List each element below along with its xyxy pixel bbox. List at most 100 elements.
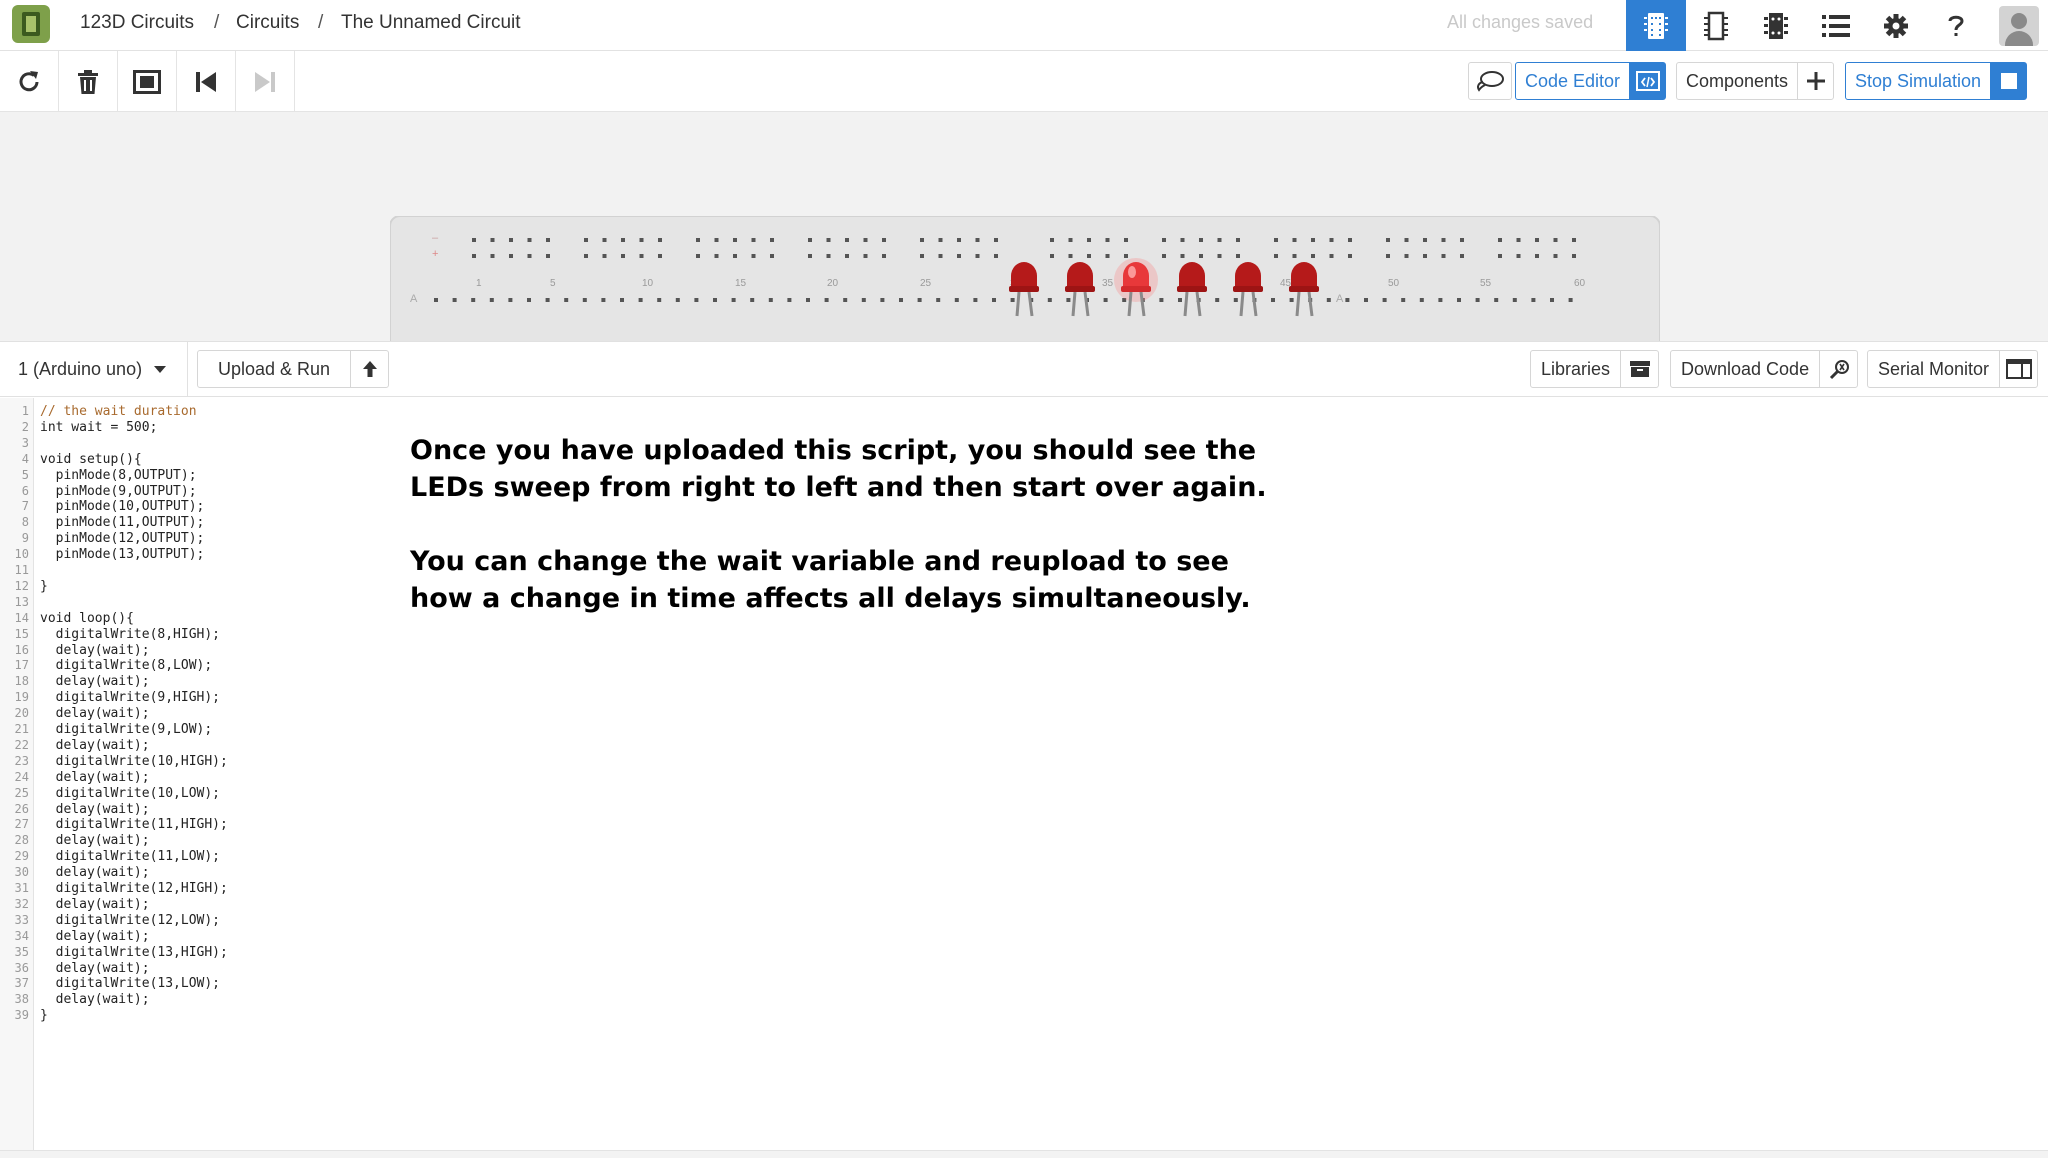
- code-line[interactable]: pinMode(12,OUTPUT);: [40, 531, 205, 547]
- code-line[interactable]: delay(wait);: [40, 802, 150, 818]
- code-line[interactable]: delay(wait);: [40, 738, 150, 754]
- breadcrumb-separator: /: [318, 12, 324, 33]
- code-line[interactable]: pinMode(13,OUTPUT);: [40, 547, 205, 563]
- breadcrumb-circuits[interactable]: Circuits: [236, 12, 299, 34]
- code-line[interactable]: pinMode(11,OUTPUT);: [40, 515, 205, 531]
- power-rail-hole: [621, 254, 625, 258]
- code-line[interactable]: }: [40, 1008, 48, 1024]
- power-rail-hole: [882, 238, 886, 242]
- power-rail-hole: [1199, 254, 1203, 258]
- code-line[interactable]: digitalWrite(9,LOW);: [40, 722, 213, 738]
- code-line[interactable]: digitalWrite(13,LOW);: [40, 976, 220, 992]
- code-line[interactable]: delay(wait);: [40, 706, 150, 722]
- help-icon[interactable]: [1926, 0, 1986, 51]
- code-line[interactable]: delay(wait);: [40, 833, 150, 849]
- power-rail-hole: [863, 238, 868, 242]
- power-rail-hole: [975, 254, 980, 258]
- circuit-canvas[interactable]: 151015202530354045505560 – + A A: [0, 112, 2048, 341]
- code-line[interactable]: digitalWrite(10,LOW);: [40, 786, 220, 802]
- code-line[interactable]: void setup(){: [40, 452, 142, 468]
- libraries-button[interactable]: Libraries: [1530, 350, 1660, 388]
- rotate-icon[interactable]: [0, 51, 59, 112]
- code-line[interactable]: pinMode(9,OUTPUT);: [40, 484, 197, 500]
- library-box-icon: [1620, 351, 1658, 387]
- terminal-hole: [1382, 298, 1387, 302]
- led-leg: [1239, 291, 1245, 317]
- code-line[interactable]: delay(wait);: [40, 929, 150, 945]
- line-number: 13: [14, 594, 29, 609]
- power-rail-hole: [1498, 254, 1502, 258]
- code-line[interactable]: digitalWrite(9,HIGH);: [40, 690, 220, 706]
- upload-run-button[interactable]: Upload & Run: [197, 350, 390, 388]
- power-rail-hole: [733, 238, 737, 242]
- code-line[interactable]: delay(wait);: [40, 897, 150, 913]
- power-rail-hole: [714, 238, 719, 242]
- code-line[interactable]: digitalWrite(13,HIGH);: [40, 945, 228, 961]
- breadcrumb-current-circuit[interactable]: The Unnamed Circuit: [341, 12, 521, 34]
- line-number: 17: [14, 658, 29, 673]
- terminal-hole: [1178, 298, 1182, 302]
- breadboard-view-icon[interactable]: [1626, 0, 1686, 51]
- code-line[interactable]: digitalWrite(10,HIGH);: [40, 754, 228, 770]
- code-line[interactable]: delay(wait);: [40, 770, 150, 786]
- power-rail-hole: [845, 254, 849, 258]
- terminal-hole: [1438, 298, 1443, 302]
- line-number: 9: [21, 531, 29, 546]
- user-avatar[interactable]: [1999, 6, 2039, 46]
- breadboard[interactable]: 151015202530354045505560 – + A A: [390, 216, 1660, 341]
- trash-icon[interactable]: [59, 51, 118, 112]
- app-logo-icon[interactable]: [12, 5, 50, 43]
- schematic-view-icon[interactable]: [1686, 0, 1746, 51]
- code-line[interactable]: delay(wait);: [40, 674, 150, 690]
- code-line[interactable]: }: [40, 579, 48, 595]
- terminal-hole: [880, 298, 885, 302]
- components-button[interactable]: Components: [1676, 62, 1835, 100]
- code-line[interactable]: delay(wait);: [40, 865, 150, 881]
- code-line[interactable]: pinMode(8,OUTPUT);: [40, 468, 197, 484]
- power-rail-hole: [975, 238, 980, 242]
- stop-square-icon: [1990, 63, 2027, 99]
- editor-footer-bar: [0, 1150, 2048, 1158]
- code-line[interactable]: int wait = 500;: [40, 420, 157, 436]
- code-line[interactable]: digitalWrite(11,LOW);: [40, 849, 220, 865]
- breadcrumb-home[interactable]: 123D Circuits: [80, 12, 194, 34]
- power-rail-hole: [1329, 254, 1334, 258]
- serial-monitor-button[interactable]: Serial Monitor: [1867, 350, 2039, 388]
- code-line[interactable]: delay(wait);: [40, 961, 150, 977]
- line-number: 37: [14, 976, 29, 991]
- code-line[interactable]: digitalWrite(12,HIGH);: [40, 881, 228, 897]
- power-rail-hole: [957, 254, 961, 258]
- pcb-view-icon[interactable]: [1746, 0, 1806, 51]
- line-number: 12: [14, 578, 29, 593]
- led-leg: [1183, 291, 1189, 317]
- code-line[interactable]: digitalWrite(8,LOW);: [40, 658, 213, 674]
- board-select-value: 1 (Arduino uno): [18, 358, 143, 379]
- code-line[interactable]: delay(wait);: [40, 643, 150, 659]
- comment-bubble-icon[interactable]: [1468, 62, 1512, 100]
- column-number-label: 5: [550, 278, 556, 289]
- code-line[interactable]: digitalWrite(8,HIGH);: [40, 627, 220, 643]
- board-select-dropdown[interactable]: 1 (Arduino uno): [0, 342, 188, 396]
- code-editor[interactable]: 1 2 3 4 5 6 7 8 9 10 11 12 13 14 15 16 17 18 19 20 21 22 23 24 2…: [0, 398, 2048, 1158]
- code-line[interactable]: pinMode(10,OUTPUT);: [40, 499, 205, 515]
- power-rail-hole: [770, 254, 774, 258]
- stop-simulation-button[interactable]: Stop Simulation: [1845, 62, 2028, 100]
- component-list-icon[interactable]: [1806, 0, 1866, 51]
- code-line[interactable]: digitalWrite(11,HIGH);: [40, 817, 228, 833]
- led-body: [1067, 262, 1093, 290]
- step-back-icon[interactable]: [177, 51, 236, 112]
- line-number: 24: [14, 769, 29, 784]
- led-body: [1011, 262, 1037, 290]
- settings-gear-icon[interactable]: [1866, 0, 1926, 51]
- download-code-button[interactable]: Download Code: [1670, 350, 1859, 388]
- power-rail-hole: [1535, 238, 1539, 242]
- power-rail-hole: [1572, 254, 1576, 258]
- terminal-hole: [1047, 298, 1052, 302]
- fit-view-icon[interactable]: [118, 51, 177, 112]
- code-editor-button[interactable]: Code Editor: [1515, 62, 1667, 100]
- code-line[interactable]: void loop(){: [40, 611, 134, 627]
- power-rail-hole: [994, 238, 998, 242]
- code-line[interactable]: delay(wait);: [40, 992, 150, 1008]
- code-line[interactable]: digitalWrite(12,LOW);: [40, 913, 220, 929]
- code-line[interactable]: // the wait duration: [40, 404, 197, 420]
